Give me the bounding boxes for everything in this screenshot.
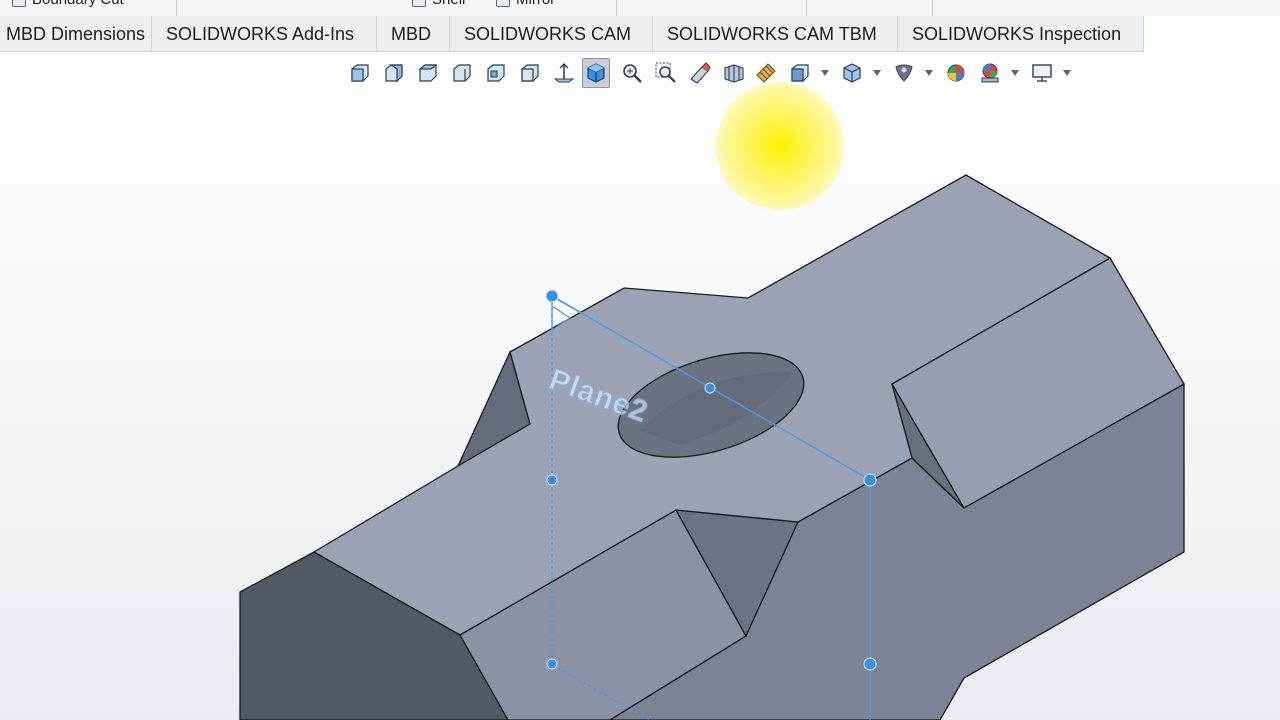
boundary-cut-icon bbox=[12, 0, 26, 7]
ribbon-divider bbox=[616, 0, 617, 16]
dynamic-annotation-button[interactable] bbox=[752, 58, 780, 88]
normal-to-icon bbox=[553, 63, 575, 83]
chevron-down-icon bbox=[1011, 70, 1019, 76]
top-view-button[interactable] bbox=[482, 58, 510, 88]
feature-ribbon: Boundary Cut Shell Mirror bbox=[0, 0, 1280, 17]
bottom-view-icon bbox=[521, 64, 539, 82]
zoom-to-area-button[interactable] bbox=[652, 58, 680, 88]
shell-icon bbox=[412, 0, 426, 7]
display-style-button[interactable] bbox=[838, 58, 866, 88]
back-view-button[interactable] bbox=[380, 58, 408, 88]
view-settings-button[interactable] bbox=[1028, 58, 1056, 88]
mirror-icon bbox=[496, 0, 510, 7]
tab-solidworks-inspection[interactable]: SOLIDWORKS Inspection bbox=[898, 16, 1144, 52]
hide-show-button[interactable] bbox=[890, 58, 918, 88]
view-orientation-icon bbox=[791, 64, 809, 82]
right-view-button[interactable] bbox=[448, 58, 476, 88]
view-orientation-button[interactable] bbox=[786, 58, 814, 88]
ribbon-divider bbox=[932, 0, 933, 16]
apply-scene-dropdown[interactable] bbox=[1010, 58, 1020, 88]
hide-show-icon bbox=[895, 64, 913, 82]
edit-appearance-icon bbox=[947, 64, 965, 82]
ribbon-boundary-cut-label: Boundary Cut bbox=[32, 0, 124, 8]
command-manager-tabs: MBD Dimensions SOLIDWORKS Add-Ins MBD SO… bbox=[0, 16, 1280, 53]
model-scene bbox=[239, 174, 1185, 720]
display-style-icon bbox=[843, 63, 861, 83]
chevron-down-icon bbox=[1063, 70, 1071, 76]
isometric-view-icon bbox=[587, 63, 605, 83]
tab-mbd-dimensions[interactable]: MBD Dimensions bbox=[0, 16, 152, 52]
view-orientation-dropdown[interactable] bbox=[820, 58, 830, 88]
tab-mbd[interactable]: MBD bbox=[377, 16, 450, 52]
previous-view-button[interactable] bbox=[686, 58, 714, 88]
left-view-icon bbox=[418, 64, 438, 82]
tab-solidworks-cam[interactable]: SOLIDWORKS CAM bbox=[450, 16, 653, 52]
zoom-to-fit-button[interactable] bbox=[618, 58, 646, 88]
edit-appearance-button[interactable] bbox=[942, 58, 970, 88]
mouse-highlight bbox=[716, 82, 844, 210]
top-view-icon bbox=[487, 64, 505, 82]
zoom-to-fit-icon bbox=[623, 64, 642, 83]
chevron-down-icon bbox=[925, 70, 933, 76]
apply-scene-icon bbox=[981, 63, 999, 83]
left-view-button[interactable] bbox=[414, 58, 442, 88]
ribbon-mirror-label: Mirror bbox=[516, 0, 555, 8]
section-view-button[interactable] bbox=[720, 58, 748, 88]
display-style-dropdown[interactable] bbox=[872, 58, 882, 88]
tab-solidworks-cam-tbm[interactable]: SOLIDWORKS CAM TBM bbox=[653, 16, 898, 52]
ribbon-mirror[interactable]: Mirror bbox=[496, 0, 555, 8]
heads-up-view-toolbar bbox=[346, 58, 1076, 88]
front-view-icon bbox=[351, 64, 369, 82]
isometric-view-button[interactable] bbox=[582, 58, 610, 88]
back-view-icon bbox=[385, 64, 403, 83]
chevron-down-icon bbox=[821, 70, 829, 76]
ribbon-divider bbox=[176, 0, 177, 16]
right-view-icon bbox=[453, 64, 471, 82]
zoom-to-area-icon bbox=[655, 62, 676, 83]
chevron-down-icon bbox=[873, 70, 881, 76]
graphics-area[interactable]: Plane2 bbox=[0, 53, 1280, 720]
view-settings-dropdown[interactable] bbox=[1062, 58, 1072, 88]
hide-show-dropdown[interactable] bbox=[924, 58, 934, 88]
ribbon-boundary-cut[interactable]: Boundary Cut bbox=[12, 0, 124, 8]
ribbon-divider bbox=[806, 0, 807, 16]
tab-solidworks-add-ins[interactable]: SOLIDWORKS Add-Ins bbox=[152, 16, 377, 52]
previous-view-icon bbox=[690, 62, 711, 84]
bottom-view-button[interactable] bbox=[516, 58, 544, 88]
ribbon-shell-label: Shell bbox=[432, 0, 465, 8]
front-view-button[interactable] bbox=[346, 58, 374, 88]
ribbon-shell[interactable]: Shell bbox=[412, 0, 465, 8]
solidworks-window: Boundary Cut Shell Mirror MBD Dimensions… bbox=[0, 0, 1280, 720]
apply-scene-button[interactable] bbox=[976, 58, 1004, 88]
section-view-icon bbox=[724, 64, 744, 83]
normal-to-button[interactable] bbox=[550, 58, 578, 88]
view-settings-icon bbox=[1032, 64, 1052, 82]
dynamic-annotation-icon bbox=[756, 63, 776, 83]
